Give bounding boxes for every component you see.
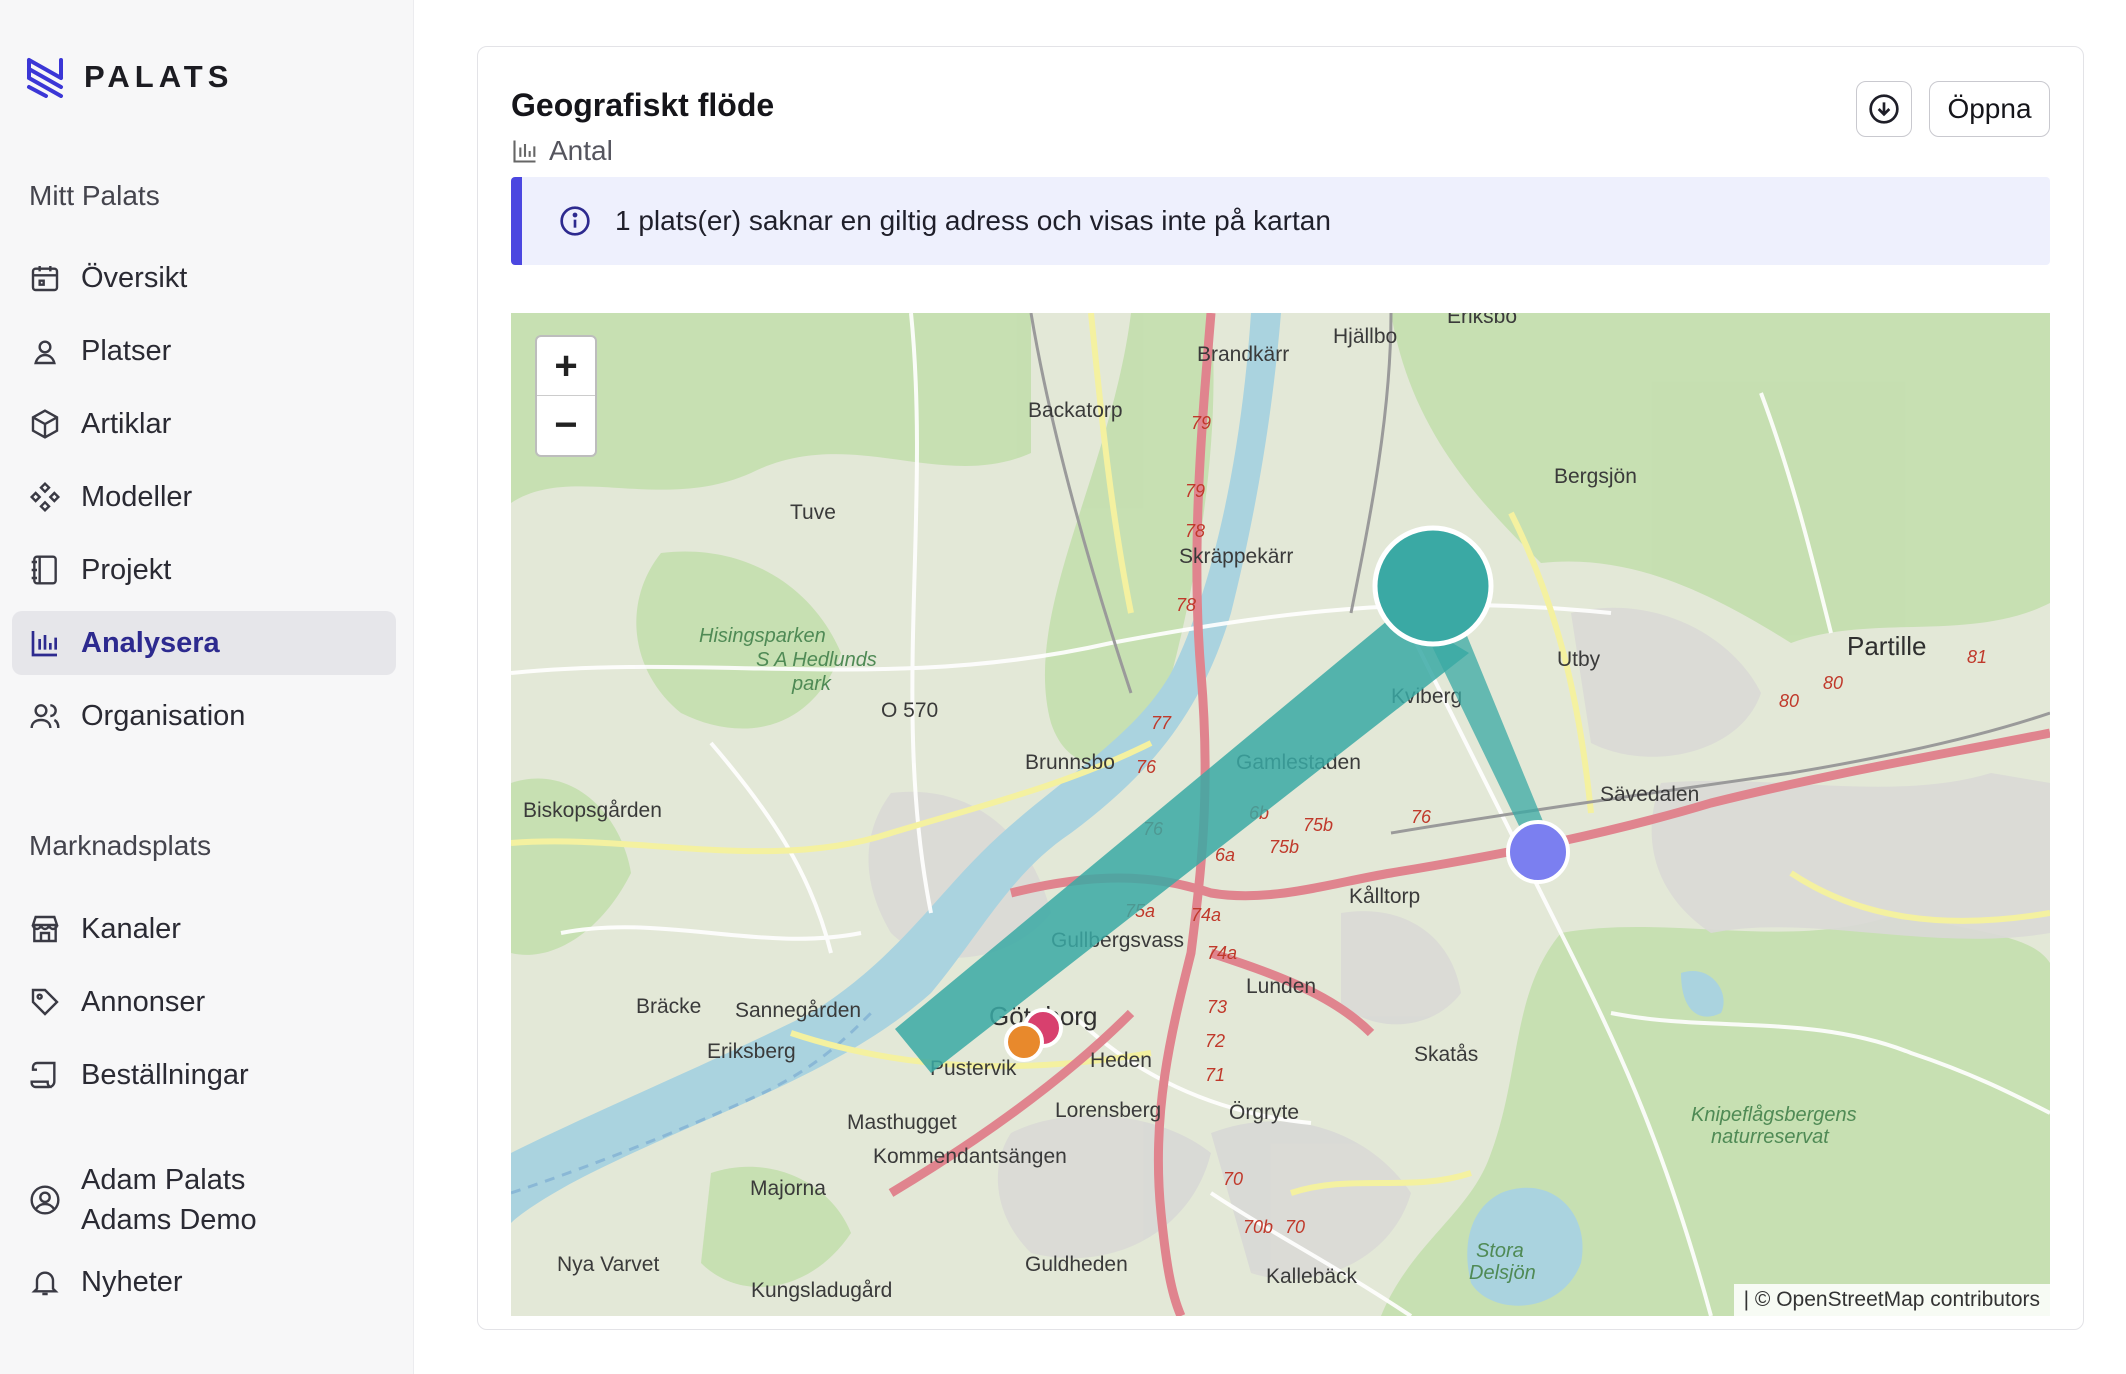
palats-logo-icon [27, 58, 63, 98]
section-label-marknadsplats: Marknadsplats [29, 830, 212, 861]
download-circle-icon [1869, 94, 1899, 124]
section-label-mitt-palats: Mitt Palats [29, 180, 160, 211]
map-pin-icon [29, 335, 61, 367]
sidebar: PALATS Mitt Palats Översikt Platser Arti… [0, 0, 414, 1374]
card-subtitle: Antal [511, 135, 613, 167]
download-button[interactable] [1856, 81, 1912, 137]
components-icon [29, 481, 61, 513]
sidebar-item-label: Översikt [81, 261, 188, 294]
location-marker-orange[interactable] [1004, 1022, 1044, 1062]
user-menu[interactable]: Adam Palats Adams Demo [29, 1160, 257, 1240]
sidebar-item-label: Modeller [81, 480, 193, 513]
user-org: Adams Demo [81, 1204, 257, 1236]
flow-band-main [895, 611, 1469, 1073]
sidebar-item-label: Annonser [81, 985, 206, 1018]
brand-logo[interactable]: PALATS [26, 56, 233, 98]
geo-flow-card: Geografiskt flöde Antal Öppna 1 plats(er… [477, 46, 2084, 1330]
sidebar-item-label: Analysera [81, 626, 220, 659]
tag-icon [29, 986, 61, 1018]
sidebar-item-annonser[interactable]: Annonser [12, 970, 396, 1034]
sidebar-item-label: Beställningar [81, 1058, 249, 1091]
info-alert: 1 plats(er) saknar en giltig adress och … [511, 177, 2050, 265]
card-title: Geografiskt flöde [511, 87, 775, 123]
scroll-icon [29, 1059, 61, 1091]
sidebar-item-analysera[interactable]: Analysera [12, 611, 396, 675]
bar-chart-icon [513, 140, 536, 163]
user-circle-icon [29, 1184, 61, 1216]
metric-label: Antal [549, 135, 613, 166]
location-marker-teal[interactable] [1372, 525, 1494, 647]
sidebar-item-kanaler[interactable]: Kanaler [12, 897, 396, 961]
zoom-control: + − [535, 335, 597, 457]
calendar-icon [29, 262, 61, 294]
sidebar-item-projekt[interactable]: Projekt [12, 538, 396, 602]
users-icon [29, 700, 61, 732]
open-button[interactable]: Öppna [1929, 81, 2050, 137]
sidebar-item-artiklar[interactable]: Artiklar [12, 392, 396, 456]
flow-overlay [895, 525, 1570, 1073]
sidebar-item-label: Projekt [81, 553, 172, 586]
location-marker-violet[interactable] [1506, 820, 1570, 884]
sidebar-item-organisation[interactable]: Organisation [12, 684, 396, 748]
box-icon [29, 408, 61, 440]
zoom-out-button[interactable]: − [537, 396, 595, 455]
sidebar-item-label: Kanaler [81, 912, 181, 945]
map-attribution[interactable]: | © OpenStreetMap contributors [1733, 1284, 2050, 1316]
sidebar-item-oversikt[interactable]: Översikt [12, 246, 396, 310]
user-name: Adam Palats [81, 1164, 246, 1196]
info-icon [560, 206, 590, 236]
brand-name: PALATS [84, 59, 234, 94]
sidebar-item-label: Platser [81, 334, 172, 367]
sidebar-item-label: Artiklar [81, 407, 172, 440]
store-icon [29, 913, 61, 945]
bell-icon [29, 1266, 61, 1298]
sidebar-item-nyheter[interactable]: Nyheter [12, 1250, 396, 1314]
sidebar-item-platser[interactable]: Platser [12, 319, 396, 383]
sidebar-item-modeller[interactable]: Modeller [12, 465, 396, 529]
bar-chart-icon [29, 627, 61, 659]
info-text: 1 plats(er) saknar en giltig adress och … [615, 205, 1331, 236]
sidebar-item-bestallningar[interactable]: Beställningar [12, 1043, 396, 1107]
flow-map[interactable]: Eriksbo Hjällbo Brandkärr Backatorp Berg… [511, 313, 2050, 1316]
sidebar-item-label: Organisation [81, 699, 246, 732]
zoom-in-button[interactable]: + [537, 337, 595, 396]
notebook-icon [29, 554, 61, 586]
sidebar-item-label: Nyheter [81, 1265, 183, 1298]
